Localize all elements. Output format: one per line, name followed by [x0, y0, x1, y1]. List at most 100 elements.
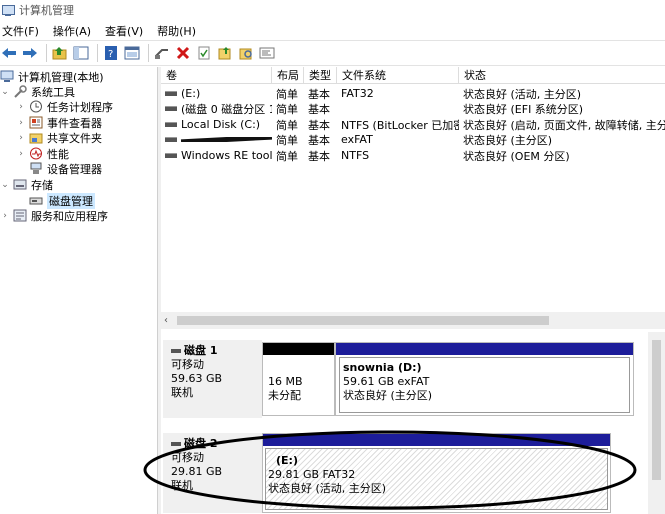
tools-icon — [13, 85, 27, 98]
tree-item-device-manager[interactable]: 设备管理器 — [29, 161, 102, 176]
volume-type: 基本 — [308, 118, 330, 132]
delete-icon[interactable] — [174, 44, 192, 62]
table-row[interactable]: Local Disk (C:) 简单 基本 NTFS (BitLocker 已加… — [161, 117, 665, 132]
column-header-layout[interactable]: 布局 — [272, 67, 304, 84]
partition-d[interactable]: snownia (D:) 59.61 GB exFAT 状态良好 (主分区) — [335, 342, 634, 416]
volume-list-header: 卷 布局 类型 文件系统 状态 — [161, 67, 665, 84]
disk-2-info[interactable]: 磁盘 2 可移动 29.81 GB 联机 — [163, 433, 262, 513]
partition-e-content: (E:) 29.81 GB FAT32 状态良好 (活动, 主分区) — [265, 448, 608, 510]
disk-size: 29.81 GB — [171, 465, 223, 478]
volume-filesystem: FAT32 — [341, 87, 374, 100]
table-row[interactable]: (E:) 简单 基本 FAT32 状态良好 (活动, 主分区) — [161, 86, 665, 101]
table-row[interactable]: (磁盘 0 磁盘分区 1) 简单 基本 状态良好 (EFI 系统分区) — [161, 101, 665, 116]
properties-icon[interactable] — [123, 44, 141, 62]
services-icon — [13, 209, 27, 222]
menu-file[interactable]: 文件(F) — [0, 23, 43, 39]
chevron-down-icon[interactable]: ⌄ — [0, 87, 10, 97]
volume-icon — [165, 122, 177, 127]
redacted-volume-name — [180, 137, 272, 142]
help-icon[interactable]: ? — [102, 44, 120, 62]
unallocated-size: 16 MB — [268, 375, 303, 388]
search-folder-icon[interactable] — [237, 44, 255, 62]
volume-layout: 简单 — [276, 118, 298, 132]
tree-item-event-viewer[interactable]: › 事件查看器 — [16, 115, 102, 130]
volume-type: 基本 — [308, 149, 330, 163]
check-icon[interactable] — [195, 44, 213, 62]
volume-name: (磁盘 0 磁盘分区 1) — [181, 102, 272, 116]
disk-management-icon — [29, 194, 43, 207]
toolbar-separator — [46, 44, 47, 62]
partition-size: 59.61 GB exFAT — [343, 375, 430, 388]
computer-management-icon — [1, 4, 15, 17]
unallocated-partition[interactable]: 16 MB 未分配 — [262, 342, 335, 416]
column-header-type[interactable]: 类型 — [304, 67, 337, 84]
tree-item-performance[interactable]: › 性能 — [16, 146, 69, 161]
disk-graphical-view: 磁盘 1 可移动 59.63 GB 联机 16 MB 未分配 snownia (… — [161, 332, 665, 514]
column-header-filesystem[interactable]: 文件系统 — [337, 67, 459, 84]
tree-item-root[interactable]: 计算机管理(本地) — [0, 69, 104, 84]
title-bar: 计算机管理 — [0, 0, 665, 20]
volume-filesystem: NTFS — [341, 149, 370, 162]
add-icon[interactable] — [216, 44, 234, 62]
volume-status: 状态良好 (主分区) — [463, 133, 553, 147]
volume-icon — [165, 153, 177, 158]
scroll-left-icon[interactable]: ‹ — [164, 315, 168, 326]
export-icon[interactable] — [258, 44, 276, 62]
volume-icon — [165, 91, 177, 96]
partition-d-content: snownia (D:) 59.61 GB exFAT 状态良好 (主分区) — [339, 357, 630, 413]
volume-layout: 简单 — [276, 149, 298, 163]
partition-name: (E:) — [276, 454, 298, 467]
show-hide-tree-icon[interactable] — [72, 44, 90, 62]
menu-help[interactable]: 帮助(H) — [155, 23, 200, 39]
forward-arrow-icon[interactable] — [21, 44, 39, 62]
volume-name: (E:) — [181, 87, 201, 100]
menu-bar: 文件(F) 操作(A) 查看(V) 帮助(H) — [0, 21, 665, 40]
toolbar-separator — [97, 44, 98, 62]
chevron-right-icon[interactable]: › — [16, 102, 26, 112]
disk-name: 磁盘 1 — [184, 344, 218, 357]
partition-size: 29.81 GB FAT32 — [268, 468, 356, 481]
connect-icon[interactable] — [153, 44, 171, 62]
tree-item-task-scheduler[interactable]: › 任务计划程序 — [16, 99, 113, 114]
column-header-status[interactable]: 状态 — [459, 67, 665, 84]
column-header-volume[interactable]: 卷 — [161, 67, 272, 84]
back-arrow-icon[interactable] — [0, 44, 18, 62]
menu-action[interactable]: 操作(A) — [51, 23, 95, 39]
scrollbar-thumb[interactable] — [177, 316, 549, 325]
chevron-down-icon[interactable]: ⌄ — [0, 180, 10, 190]
chevron-right-icon[interactable]: › — [16, 149, 26, 159]
tree-item-disk-management[interactable]: 磁盘管理 — [29, 192, 95, 209]
svg-text:?: ? — [108, 49, 113, 60]
tree-item-shared-folders[interactable]: › 共享文件夹 — [16, 130, 102, 145]
event-log-icon — [29, 116, 43, 129]
tree-item-services-apps[interactable]: › 服务和应用程序 — [0, 208, 108, 223]
disk-icon — [171, 349, 181, 353]
unallocated-label: 未分配 — [268, 389, 301, 402]
chevron-right-icon[interactable]: › — [16, 118, 26, 128]
volume-type: 基本 — [308, 133, 330, 147]
volume-list: 卷 布局 类型 文件系统 状态 (E:) 简单 基本 FAT32 状态良好 (活… — [161, 67, 665, 329]
partition-e[interactable]: (E:) 29.81 GB FAT32 状态良好 (活动, 主分区) — [262, 433, 611, 513]
volume-icon — [165, 106, 177, 111]
chevron-right-icon[interactable]: › — [16, 133, 26, 143]
volume-type: 基本 — [308, 102, 330, 116]
menu-view[interactable]: 查看(V) — [103, 23, 147, 39]
volume-status: 状态良好 (活动, 主分区) — [463, 87, 582, 101]
disk-1-info[interactable]: 磁盘 1 可移动 59.63 GB 联机 — [163, 340, 262, 418]
horizontal-scrollbar[interactable]: ‹ — [161, 312, 665, 329]
table-row[interactable]: Windows RE tools 简单 基本 NTFS 状态良好 (OEM 分区… — [161, 148, 665, 163]
vertical-scrollbar[interactable] — [648, 332, 665, 514]
volume-type: 基本 — [308, 87, 330, 101]
navigation-tree: 计算机管理(本地) ⌄ 系统工具 › 任务计划程序 › 事件查看器 › 共享文件… — [0, 67, 158, 514]
tree-item-storage[interactable]: ⌄ 存储 — [0, 177, 53, 192]
table-row[interactable]: 简单 基本 exFAT 状态良好 (主分区) — [161, 132, 665, 147]
disk-size: 59.63 GB — [171, 372, 223, 385]
up-folder-icon[interactable] — [51, 44, 69, 62]
scrollbar-thumb[interactable] — [652, 340, 661, 480]
tree-item-system-tools[interactable]: ⌄ 系统工具 — [0, 84, 75, 99]
volume-name: Local Disk (C:) — [181, 118, 261, 131]
disk-kind: 可移动 — [171, 451, 204, 464]
chevron-right-icon[interactable]: › — [0, 211, 10, 221]
volume-layout: 简单 — [276, 133, 298, 147]
performance-icon — [29, 147, 43, 160]
